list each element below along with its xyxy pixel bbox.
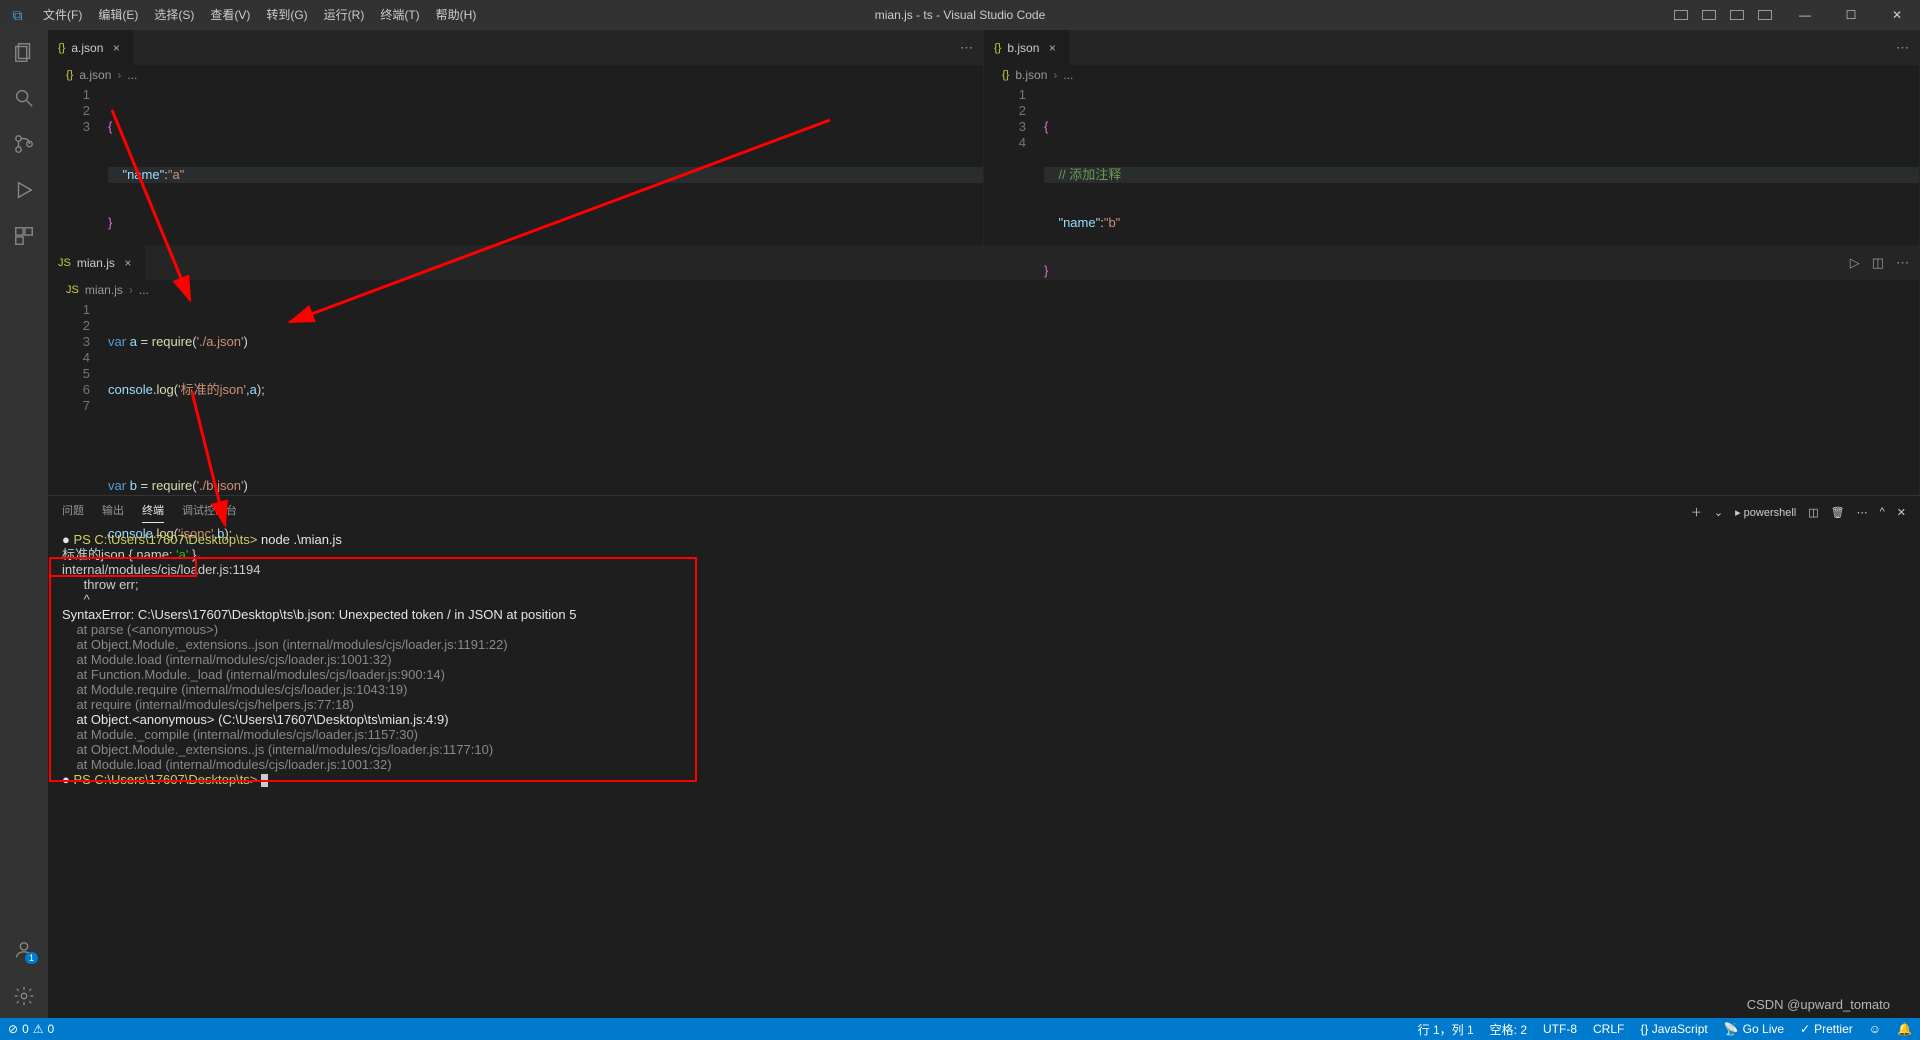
status-language[interactable]: {} JavaScript [1632, 1018, 1715, 1040]
status-spaces[interactable]: 空格: 2 [1482, 1018, 1535, 1040]
json-file-icon: {} [58, 42, 65, 54]
menu-bar: 文件(F) 编辑(E) 选择(S) 查看(V) 转到(G) 运行(R) 终端(T… [35, 0, 484, 30]
tab-label: a.json [71, 41, 103, 55]
search-icon[interactable] [12, 86, 36, 110]
menu-help[interactable]: 帮助(H) [428, 0, 485, 30]
layout-customize-icon[interactable] [1758, 10, 1772, 20]
json-file-icon: {} [1002, 69, 1009, 81]
breadcrumb-more: ... [1063, 68, 1073, 82]
layout-panel-bottom-icon[interactable] [1702, 10, 1716, 20]
menu-run[interactable]: 运行(R) [316, 0, 373, 30]
layout-panel-left-icon[interactable] [1674, 10, 1688, 20]
close-button[interactable]: ✕ [1874, 0, 1920, 30]
settings-gear-icon[interactable] [12, 984, 36, 1008]
terminal-body[interactable]: ● PS C:\Users\17607\Desktop\ts> node .\m… [48, 528, 1920, 1018]
status-bar: ⊘ 0 ⚠ 0 行 1，列 1 空格: 2 UTF-8 CRLF {} Java… [0, 1018, 1920, 1040]
status-bell-icon[interactable]: 🔔 [1889, 1018, 1920, 1040]
menu-go[interactable]: 转到(G) [258, 0, 315, 30]
more-icon[interactable]: ⋯ [1896, 40, 1909, 56]
extensions-icon[interactable] [12, 224, 36, 248]
breadcrumb-file: a.json [79, 68, 111, 82]
minimize-button[interactable]: — [1782, 0, 1828, 30]
json-file-icon: {} [994, 42, 1001, 54]
source-control-icon[interactable] [12, 132, 36, 156]
breadcrumb-more: ... [127, 68, 137, 82]
editor-group-bjson: {} b.json × ⋯ {} b.json › ... 1234 { // … [984, 30, 1920, 245]
code-editor-bjson[interactable]: 1234 { // 添加注释 "name":"b" } [984, 85, 1919, 313]
breadcrumb[interactable]: {} a.json › ... [48, 65, 983, 85]
close-icon[interactable]: × [1045, 41, 1059, 55]
accounts-icon[interactable]: 1 [12, 938, 36, 962]
window-title: mian.js - ts - Visual Studio Code [875, 8, 1046, 22]
menu-edit[interactable]: 编辑(E) [90, 0, 146, 30]
js-file-icon: JS [66, 284, 79, 296]
activity-bar: 1 [0, 30, 48, 1018]
layout-panel-right-icon[interactable] [1730, 10, 1744, 20]
title-bar: ⧉ 文件(F) 编辑(E) 选择(S) 查看(V) 转到(G) 运行(R) 终端… [0, 0, 1920, 30]
status-prettier[interactable]: ✓ Prettier [1792, 1018, 1861, 1040]
bottom-panel: 问题 输出 终端 调试控制台 ＋ ⌄ ▸ powershell ◫ 🗑 ⋯ ^ … [48, 495, 1920, 1018]
more-icon[interactable]: ⋯ [960, 40, 973, 56]
status-feedback-icon[interactable]: ☺ [1861, 1018, 1889, 1040]
run-debug-icon[interactable] [12, 178, 36, 202]
terminal-cursor [261, 774, 268, 787]
status-golive[interactable]: 📡 Go Live [1716, 1018, 1792, 1040]
json-file-icon: {} [66, 69, 73, 81]
explorer-icon[interactable] [12, 40, 36, 64]
tab-bjson[interactable]: {} b.json × [984, 30, 1070, 65]
breadcrumb-more: ... [139, 283, 149, 297]
account-badge: 1 [25, 952, 38, 964]
breadcrumb-file: mian.js [85, 283, 123, 297]
close-icon[interactable]: × [109, 41, 123, 55]
menu-view[interactable]: 查看(V) [202, 0, 258, 30]
code-editor-ajson[interactable]: 123 { "name":"a" } [48, 85, 983, 265]
menu-select[interactable]: 选择(S) [146, 0, 202, 30]
watermark: CSDN @upward_tomato [1747, 997, 1890, 1012]
breadcrumb[interactable]: {} b.json › ... [984, 65, 1919, 85]
status-errors[interactable]: ⊘ 0 ⚠ 0 [0, 1018, 62, 1040]
tab-ajson[interactable]: {} a.json × [48, 30, 134, 65]
breadcrumb-file: b.json [1015, 68, 1047, 82]
vscode-logo-icon: ⧉ [0, 7, 35, 24]
maximize-button[interactable]: ☐ [1828, 0, 1874, 30]
status-eol[interactable]: CRLF [1585, 1018, 1632, 1040]
menu-terminal[interactable]: 终端(T) [372, 0, 427, 30]
tab-label: b.json [1007, 41, 1039, 55]
editor-group-ajson: {} a.json × ⋯ {} a.json › ... 123 { "nam… [48, 30, 984, 245]
status-ln-col[interactable]: 行 1，列 1 [1410, 1018, 1482, 1040]
main-area: {} a.json × ⋯ {} a.json › ... 123 { "nam… [48, 30, 1920, 1018]
menu-file[interactable]: 文件(F) [35, 0, 90, 30]
status-encoding[interactable]: UTF-8 [1535, 1018, 1585, 1040]
